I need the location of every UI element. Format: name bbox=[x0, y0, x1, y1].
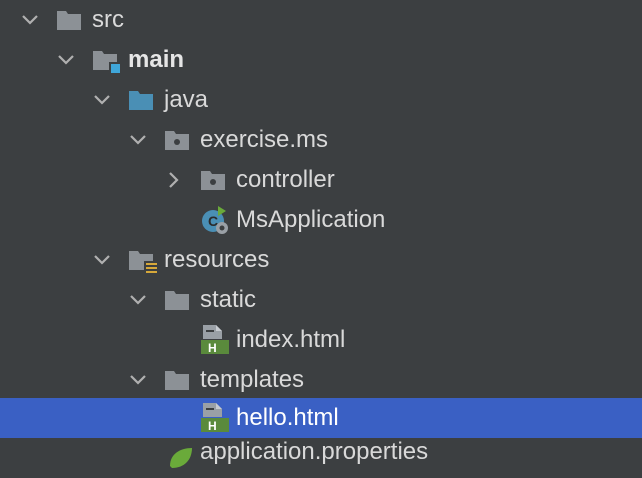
tree-row-exercise-ms[interactable]: exercise.ms bbox=[0, 120, 642, 160]
svg-text:H: H bbox=[208, 419, 217, 433]
chevron-down-icon[interactable] bbox=[18, 0, 42, 40]
tree-row-src[interactable]: src bbox=[0, 0, 642, 40]
chevron-right-icon[interactable] bbox=[162, 160, 186, 200]
tree-label-controller: controller bbox=[236, 166, 335, 193]
tree-label-index-html: index.html bbox=[236, 326, 346, 353]
tree-label-exercise-ms: exercise.ms bbox=[200, 126, 329, 153]
tree-row-main[interactable]: main bbox=[0, 40, 642, 80]
folder-icon bbox=[164, 288, 190, 312]
chevron-down-icon[interactable] bbox=[90, 240, 114, 280]
tree-label-java: java bbox=[164, 86, 209, 113]
tree-label-templates: templates bbox=[200, 366, 305, 393]
spring-properties-icon bbox=[164, 442, 196, 474]
tree-row-java[interactable]: java bbox=[0, 80, 642, 120]
chevron-down-icon[interactable] bbox=[126, 120, 150, 160]
tree-row-resources[interactable]: resources bbox=[0, 240, 642, 280]
tree-row-ms-application[interactable]: C MsApplication bbox=[0, 200, 642, 240]
tree-label-ms-application: MsApplication bbox=[236, 206, 386, 233]
resources-folder-icon bbox=[128, 248, 158, 275]
module-folder-icon bbox=[92, 48, 121, 74]
tree-label-main: main bbox=[128, 46, 185, 73]
html-file-icon: H bbox=[200, 323, 230, 355]
folder-icon bbox=[56, 8, 82, 32]
source-folder-icon bbox=[128, 88, 154, 112]
tree-row-static[interactable]: static bbox=[0, 280, 642, 320]
tree-label-application-properties: application.properties bbox=[200, 438, 429, 465]
folder-icon bbox=[164, 368, 190, 392]
tree-row-index-html[interactable]: H index.html bbox=[0, 320, 642, 360]
chevron-down-icon[interactable] bbox=[126, 280, 150, 320]
project-tree: src main java exercise.ms controller C M… bbox=[0, 0, 642, 468]
tree-row-controller[interactable]: controller bbox=[0, 160, 642, 200]
tree-label-src: src bbox=[92, 6, 124, 33]
tree-row-application-properties[interactable]: application.properties bbox=[0, 438, 642, 478]
spring-boot-class-icon: C bbox=[200, 204, 232, 236]
package-icon bbox=[200, 168, 226, 192]
svg-text:H: H bbox=[208, 341, 217, 355]
html-file-icon: H bbox=[200, 401, 230, 433]
chevron-down-icon[interactable] bbox=[54, 40, 78, 80]
chevron-down-icon[interactable] bbox=[90, 80, 114, 120]
chevron-down-icon[interactable] bbox=[126, 360, 150, 400]
tree-label-static: static bbox=[200, 286, 257, 313]
tree-row-templates[interactable]: templates bbox=[0, 360, 642, 400]
package-icon bbox=[164, 128, 190, 152]
tree-label-resources: resources bbox=[164, 246, 270, 273]
